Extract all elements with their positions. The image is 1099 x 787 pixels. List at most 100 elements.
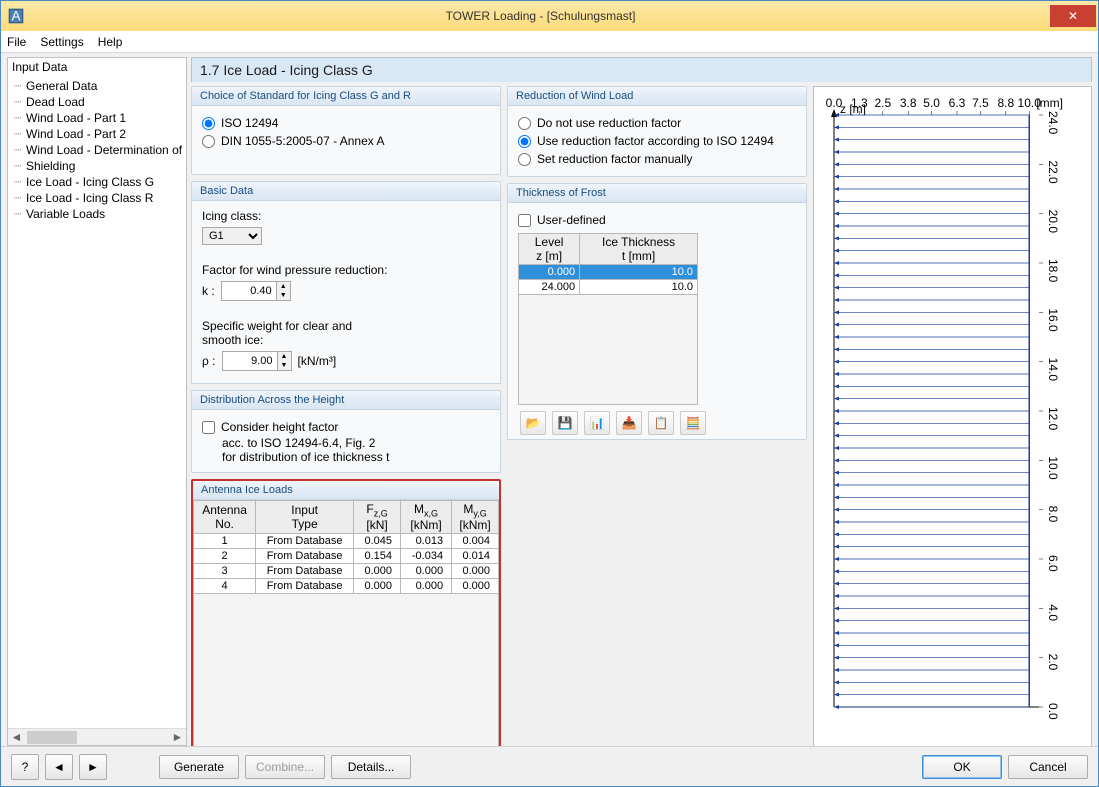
radio-manual-reduction[interactable]: Set reduction factor manually <box>518 150 796 168</box>
ok-button[interactable]: OK <box>922 755 1002 779</box>
titlebar: A TOWER Loading - [Schulungsmast] ✕ <box>1 1 1098 31</box>
menubar: File Settings Help <box>1 31 1098 53</box>
radio-din1055[interactable]: DIN 1055-5:2005-07 - Annex A <box>202 132 490 150</box>
group-reduction-title: Reduction of Wind Load <box>508 87 806 106</box>
scroll-right-icon[interactable]: ► <box>169 730 186 744</box>
nav-ice-r[interactable]: Ice Load - Icing Class R <box>16 190 182 206</box>
calculator-icon[interactable]: 🧮 <box>680 411 706 435</box>
icing-class-label: Icing class: <box>202 209 490 223</box>
menu-help[interactable]: Help <box>98 35 123 49</box>
page-title: 1.7 Ice Load - Icing Class G <box>191 57 1092 82</box>
svg-text:10.0: 10.0 <box>1046 456 1060 480</box>
nav-wind-g[interactable]: Wind Load - Determination of G <box>16 142 182 158</box>
group-basic-title: Basic Data <box>192 182 500 201</box>
svg-text:8.0: 8.0 <box>1046 506 1060 523</box>
svg-text:3.8: 3.8 <box>900 96 917 110</box>
svg-text:4.0: 4.0 <box>1046 604 1060 621</box>
check-line2: acc. to ISO 12494-6.4, Fig. 2 <box>202 436 490 450</box>
check-line3: for distribution of ice thickness t <box>202 450 490 464</box>
group-standard-title: Choice of Standard for Icing Class G and… <box>192 87 500 106</box>
group-frost: Thickness of Frost User-defined Levelz [… <box>507 183 807 440</box>
details-button[interactable]: Details... <box>331 755 411 779</box>
svg-text:6.0: 6.0 <box>1046 555 1060 572</box>
help-button[interactable]: ? <box>11 754 39 780</box>
radio-iso-reduction[interactable]: Use reduction factor according to ISO 12… <box>518 132 796 150</box>
svg-text:20.0: 20.0 <box>1046 210 1060 234</box>
rho-label-1: Specific weight for clear and <box>202 319 490 333</box>
svg-text:16.0: 16.0 <box>1046 308 1060 332</box>
group-antenna: Antenna Ice Loads AntennaNo. InputType F… <box>191 479 501 746</box>
chart-panel: 0.01.32.53.85.06.37.58.810.0[mm]0.02.04.… <box>813 86 1092 746</box>
next-button[interactable]: ► <box>79 754 107 780</box>
scroll-thumb[interactable] <box>27 731 77 744</box>
prev-button[interactable]: ◄ <box>45 754 73 780</box>
svg-text:12.0: 12.0 <box>1046 407 1060 431</box>
scroll-left-icon[interactable]: ◄ <box>8 730 25 744</box>
nav-wind-2[interactable]: Wind Load - Part 2 <box>16 126 182 142</box>
antenna-row: 2From Database0.154-0.0340.014 <box>194 549 499 564</box>
nav-wind-1[interactable]: Wind Load - Part 1 <box>16 110 182 126</box>
window-title: TOWER Loading - [Schulungsmast] <box>31 9 1050 23</box>
factor-label: Factor for wind pressure reduction: <box>202 263 490 277</box>
menu-file[interactable]: File <box>7 35 26 49</box>
excel-export-icon[interactable]: 📊 <box>584 411 610 435</box>
nav-dead-load[interactable]: Dead Load <box>16 94 182 110</box>
radio-no-reduction[interactable]: Do not use reduction factor <box>518 114 796 132</box>
main-panel: 1.7 Ice Load - Icing Class G Choice of S… <box>191 57 1092 746</box>
nav-ice-g[interactable]: Ice Load - Icing Class G <box>16 174 182 190</box>
group-reduction: Reduction of Wind Load Do not use reduct… <box>507 86 807 177</box>
rho-label-2: smooth ice: <box>202 333 490 347</box>
nav-general-data[interactable]: General Data <box>16 78 182 94</box>
frost-table[interactable]: Levelz [m]Ice Thicknesst [mm] 0.00010.0 … <box>518 233 698 295</box>
group-basic: Basic Data Icing class: G1 Factor for wi… <box>191 181 501 384</box>
app-window: A TOWER Loading - [Schulungsmast] ✕ File… <box>0 0 1099 787</box>
check-height-factor[interactable]: Consider height factor <box>202 418 490 436</box>
radio-iso12494[interactable]: ISO 12494 <box>202 114 490 132</box>
save-icon[interactable]: 💾 <box>552 411 578 435</box>
svg-text:2.0: 2.0 <box>1046 654 1060 671</box>
rho-unit: [kN/m³] <box>298 354 337 368</box>
combine-button[interactable]: Combine... <box>245 755 325 779</box>
sidebar: Input Data General Data Dead Load Wind L… <box>7 57 187 746</box>
group-distribution: Distribution Across the Height Consider … <box>191 390 501 473</box>
svg-text:2.5: 2.5 <box>874 96 891 110</box>
group-frost-title: Thickness of Frost <box>508 184 806 203</box>
group-dist-title: Distribution Across the Height <box>192 391 500 410</box>
group-antenna-title: Antenna Ice Loads <box>193 481 499 500</box>
antenna-table[interactable]: AntennaNo. InputType Fz,G[kN] Mx,G[kNm] … <box>193 500 499 594</box>
svg-text:14.0: 14.0 <box>1046 358 1060 382</box>
ice-thickness-chart: 0.01.32.53.85.06.37.58.810.0[mm]0.02.04.… <box>814 87 1069 727</box>
nav-variable[interactable]: Variable Loads <box>16 206 182 222</box>
svg-text:0.0: 0.0 <box>1046 703 1060 720</box>
svg-text:z [m]: z [m] <box>840 102 866 116</box>
svg-text:18.0: 18.0 <box>1046 259 1060 283</box>
rho-symbol: ρ : <box>202 354 216 368</box>
sidebar-scrollbar[interactable]: ◄ ► <box>8 728 186 745</box>
app-icon: A <box>7 7 25 25</box>
svg-text:[mm]: [mm] <box>1036 96 1063 110</box>
antenna-row: 3From Database0.0000.0000.000 <box>194 564 499 579</box>
nav-tree: General Data Dead Load Wind Load - Part … <box>8 76 186 728</box>
frost-row: 24.00010.0 <box>519 280 698 295</box>
svg-text:6.3: 6.3 <box>949 96 966 110</box>
cancel-button[interactable]: Cancel <box>1008 755 1088 779</box>
close-button[interactable]: ✕ <box>1050 5 1096 27</box>
open-icon[interactable]: 📂 <box>520 411 546 435</box>
svg-text:A: A <box>12 9 21 24</box>
group-standard: Choice of Standard for Icing Class G and… <box>191 86 501 175</box>
antenna-row: 1From Database0.0450.0130.004 <box>194 534 499 549</box>
antenna-row: 4From Database0.0000.0000.000 <box>194 579 499 594</box>
generate-button[interactable]: Generate <box>159 755 239 779</box>
rho-input[interactable]: ▲▼ <box>222 351 292 371</box>
k-label: k : <box>202 284 215 298</box>
copy-icon[interactable]: 📋 <box>648 411 674 435</box>
check-user-defined[interactable]: User-defined <box>518 211 796 229</box>
menu-settings[interactable]: Settings <box>40 35 83 49</box>
excel-import-icon[interactable]: 📥 <box>616 411 642 435</box>
icing-class-select[interactable]: G1 <box>202 227 262 245</box>
frost-row: 0.00010.0 <box>519 265 698 280</box>
k-input[interactable]: ▲▼ <box>221 281 291 301</box>
sidebar-head: Input Data <box>8 58 186 76</box>
nav-shielding[interactable]: Shielding <box>16 158 182 174</box>
svg-text:8.8: 8.8 <box>997 96 1014 110</box>
